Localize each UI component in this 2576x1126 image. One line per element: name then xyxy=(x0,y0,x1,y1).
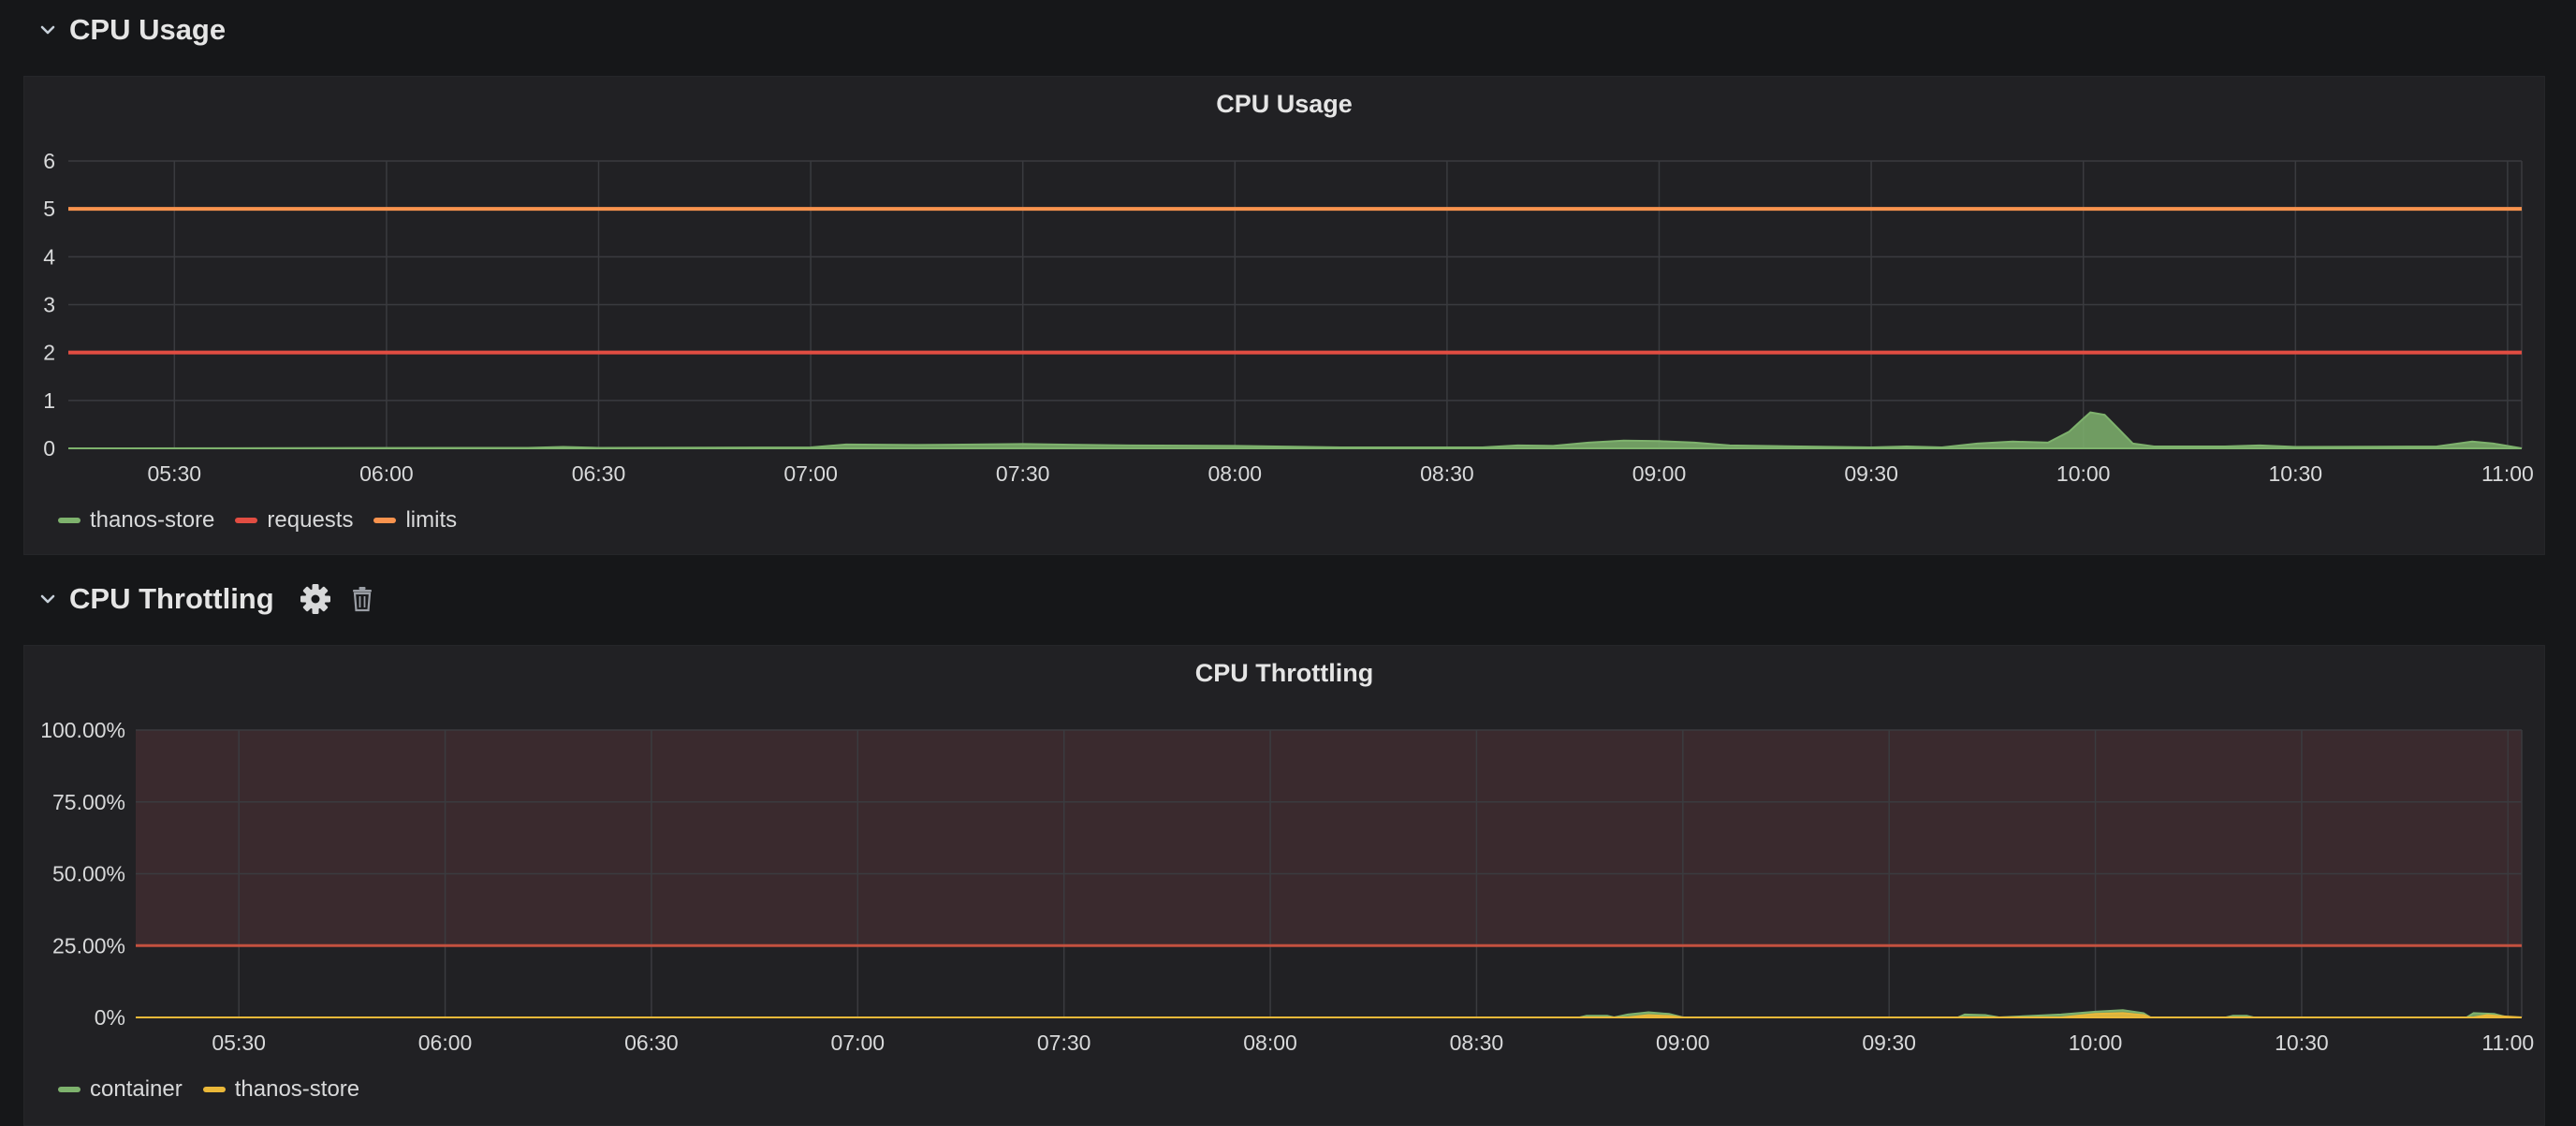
legend-item-limits[interactable]: limits xyxy=(373,507,457,534)
y-tick-label: 100.00% xyxy=(40,718,125,742)
x-tick-label: 07:00 xyxy=(783,461,838,486)
series-area-thanos-store xyxy=(67,411,2523,449)
y-tick-label: 0 xyxy=(43,436,55,461)
gear-icon[interactable] xyxy=(299,582,332,616)
y-tick-label: 0% xyxy=(95,1005,125,1030)
x-tick-label: 08:00 xyxy=(1243,1031,1297,1055)
cpu-throttling-panel: CPU Throttling 0% 25.00% 50.00% 75.00% 100.0… xyxy=(23,645,2545,1126)
y-tick-label: 3 xyxy=(43,293,55,317)
x-tick-label: 05:30 xyxy=(148,461,202,486)
chevron-down-icon[interactable] xyxy=(36,587,60,611)
y-tick-label: 75.00% xyxy=(52,790,125,814)
legend-swatch xyxy=(58,1087,80,1092)
legend-label: container xyxy=(90,1076,183,1102)
x-tick-label: 06:00 xyxy=(418,1031,473,1055)
x-tick-label: 07:00 xyxy=(831,1031,886,1055)
y-tick-label: 1 xyxy=(43,388,55,413)
legend: container thanos-store xyxy=(58,1076,359,1103)
y-tick-label: 4 xyxy=(43,244,55,269)
row-title[interactable]: CPU Throttling xyxy=(69,582,274,616)
series-area-thanos-store xyxy=(136,1012,2523,1018)
y-tick-label: 6 xyxy=(43,149,55,173)
chevron-down-icon[interactable] xyxy=(36,18,60,42)
x-tick-label: 08:30 xyxy=(1450,1031,1504,1055)
threshold-region xyxy=(136,730,2522,946)
row-header-cpu-usage: CPU Usage xyxy=(0,0,2576,60)
legend-swatch xyxy=(58,518,80,523)
row-title[interactable]: CPU Usage xyxy=(69,13,226,47)
x-tick-label: 06:30 xyxy=(624,1031,679,1055)
x-tick-label: 09:30 xyxy=(1844,461,1898,486)
x-tick-label: 06:00 xyxy=(359,461,414,486)
legend-item-thanos-store[interactable]: thanos-store xyxy=(202,1076,360,1103)
x-tick-label: 09:30 xyxy=(1862,1031,1916,1055)
cpu-throttling-graph[interactable]: 0% 25.00% 50.00% 75.00% 100.00% 05:30 06:00 06:… xyxy=(24,646,2544,1125)
legend-label: limits xyxy=(405,507,458,533)
x-tick-label: 09:00 xyxy=(1656,1031,1710,1055)
x-tick-label: 07:30 xyxy=(1037,1031,1091,1055)
x-tick-label: 08:00 xyxy=(1208,461,1263,486)
y-tick-label: 5 xyxy=(43,197,55,221)
legend-swatch xyxy=(373,518,397,523)
y-tick-label: 2 xyxy=(43,341,55,365)
legend-label: requests xyxy=(267,507,354,533)
x-tick-label: 11:00 xyxy=(2481,1031,2534,1055)
legend-swatch xyxy=(235,518,258,523)
x-tick-label: 10:30 xyxy=(2269,461,2323,486)
legend-item-requests[interactable]: requests xyxy=(235,507,353,534)
row-header-cpu-throttling: CPU Throttling xyxy=(0,569,2576,629)
legend-label: thanos-store xyxy=(90,507,215,533)
legend-swatch xyxy=(202,1087,226,1092)
x-tick-label: 09:00 xyxy=(1632,461,1687,486)
x-tick-label: 08:30 xyxy=(1420,461,1474,486)
x-tick-label: 06:30 xyxy=(572,461,626,486)
y-tick-label: 50.00% xyxy=(52,862,125,886)
trash-icon[interactable] xyxy=(349,585,375,613)
cpu-usage-graph[interactable]: 0 1 2 3 4 5 6 05:30 06:00 06:30 07:00 07:30 08:00 08:… xyxy=(24,77,2544,554)
cpu-usage-panel: CPU Usage 0 1 2 3 4 5 6 05:30 06:00 06:30 07:00 07:… xyxy=(23,76,2545,555)
series-area-container xyxy=(136,1009,2522,1019)
legend-item-container[interactable]: container xyxy=(58,1076,183,1103)
legend: thanos-store requests limits xyxy=(58,507,457,534)
x-tick-label: 10:00 xyxy=(2069,1031,2123,1055)
legend-label: thanos-store xyxy=(234,1076,360,1102)
x-tick-label: 11:00 xyxy=(2481,461,2534,486)
x-tick-label: 07:30 xyxy=(996,461,1050,486)
legend-item-thanos-store[interactable]: thanos-store xyxy=(58,507,214,534)
x-tick-label: 05:30 xyxy=(212,1031,266,1055)
y-tick-label: 25.00% xyxy=(52,933,125,958)
x-tick-label: 10:00 xyxy=(2056,461,2111,486)
x-tick-label: 10:30 xyxy=(2275,1031,2329,1055)
